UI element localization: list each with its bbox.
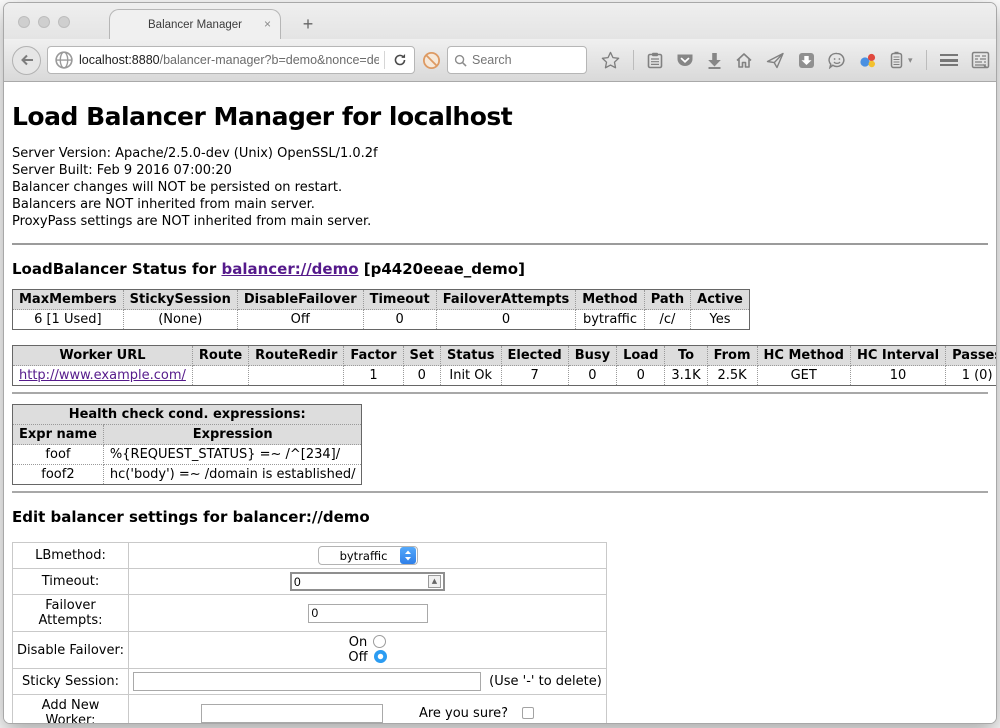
disable-failover-label: Disable Failover: bbox=[13, 632, 129, 669]
section-divider bbox=[12, 243, 988, 245]
toolbar-divider bbox=[633, 50, 634, 70]
lbmethod-label: LBmethod: bbox=[13, 543, 129, 569]
radio-off-row: Off bbox=[133, 650, 602, 665]
toolbar-icons: ▾ bbox=[601, 50, 990, 70]
add-worker-label: Add New Worker: bbox=[13, 695, 129, 724]
number-stepper-icon[interactable]: ▲ bbox=[428, 575, 441, 588]
zoom-window-button[interactable] bbox=[58, 16, 70, 28]
status-heading-suffix: [p4420eeae_demo] bbox=[359, 260, 525, 278]
reload-button[interactable] bbox=[390, 50, 410, 70]
browser-window: Balancer Manager × + localhost:8880/bala… bbox=[3, 2, 997, 724]
timeout-label: Timeout: bbox=[13, 569, 129, 595]
sticky-session-input[interactable] bbox=[133, 672, 481, 691]
table-header-row: Expr name Expression bbox=[13, 425, 362, 445]
col-stickysession: StickySession bbox=[123, 290, 237, 310]
col-path: Path bbox=[644, 290, 690, 310]
col-method: Method bbox=[576, 290, 644, 310]
expr-row: foof %{REQUEST_STATUS} =~ /^[234]/ bbox=[13, 445, 362, 465]
colored-dots-icon[interactable] bbox=[859, 52, 877, 69]
failover-on-radio[interactable] bbox=[373, 635, 386, 648]
server-built: Server Built: Feb 9 2016 07:00:20 bbox=[12, 163, 988, 180]
sticky-session-hint: (Use '-' to delete) bbox=[489, 674, 602, 689]
tab-close-icon[interactable]: × bbox=[264, 18, 271, 30]
url-bar[interactable]: localhost:8880/balancer-manager?b=demo&n… bbox=[47, 46, 415, 74]
close-window-button[interactable] bbox=[18, 16, 30, 28]
search-bar[interactable] bbox=[447, 46, 587, 74]
chevron-down-icon[interactable]: ▾ bbox=[908, 55, 913, 66]
window-controls bbox=[18, 16, 70, 28]
status-heading-prefix: LoadBalancer Status for bbox=[12, 260, 221, 278]
table-header-row: Worker URL Route RouteRedir Factor Set S… bbox=[13, 346, 997, 366]
table-row: 6 [1 Used] (None) Off 0 0 bytraffic /c/ … bbox=[13, 310, 750, 330]
back-arrow-icon bbox=[20, 54, 34, 66]
minimize-window-button[interactable] bbox=[38, 16, 50, 28]
table-header-row: MaxMembers StickySession DisableFailover… bbox=[13, 290, 750, 310]
notice-proxypass: ProxyPass settings are NOT inherited fro… bbox=[12, 214, 988, 231]
chat-smiley-icon[interactable] bbox=[828, 52, 846, 69]
lbmethod-value: bytraffic bbox=[329, 549, 399, 563]
col-timeout: Timeout bbox=[363, 290, 436, 310]
server-info: Server Version: Apache/2.5.0-dev (Unix) … bbox=[12, 146, 988, 230]
battery-icon[interactable] bbox=[890, 51, 903, 69]
select-stepper-icon bbox=[400, 547, 416, 564]
back-button[interactable] bbox=[12, 46, 41, 75]
tab-title: Balancer Manager bbox=[148, 19, 242, 31]
extension-download-icon[interactable] bbox=[798, 52, 815, 69]
col-maxmembers: MaxMembers bbox=[13, 290, 124, 310]
menu-icon[interactable] bbox=[940, 54, 958, 66]
worker-table: Worker URL Route RouteRedir Factor Set S… bbox=[12, 345, 996, 386]
content-blocker-icon[interactable] bbox=[421, 50, 441, 70]
failover-attempts-label: Failover Attempts: bbox=[13, 595, 129, 632]
are-you-sure-checkbox[interactable] bbox=[522, 707, 534, 719]
page-content: Load Balancer Manager for localhost Serv… bbox=[4, 82, 996, 724]
tiles-panel-icon[interactable] bbox=[971, 51, 990, 69]
navigation-toolbar: localhost:8880/balancer-manager?b=demo&n… bbox=[4, 39, 996, 82]
section-divider bbox=[12, 491, 988, 493]
bookmark-star-icon[interactable] bbox=[601, 51, 620, 69]
radio-on-row: On bbox=[133, 635, 602, 650]
notice-persist: Balancer changes will NOT be persisted o… bbox=[12, 180, 988, 197]
new-tab-button[interactable]: + bbox=[296, 14, 320, 35]
timeout-input[interactable] bbox=[290, 572, 445, 591]
add-worker-input[interactable] bbox=[201, 704, 383, 723]
failover-attempts-input[interactable] bbox=[308, 604, 428, 623]
status-heading: LoadBalancer Status for balancer://demo … bbox=[12, 260, 988, 278]
worker-url-link[interactable]: http://www.example.com/ bbox=[19, 368, 186, 383]
urlbar-divider bbox=[384, 51, 385, 69]
sticky-session-label: Sticky Session: bbox=[13, 669, 129, 695]
balancer-status-table: MaxMembers StickySession DisableFailover… bbox=[12, 289, 750, 330]
healthcheck-table: Health check cond. expressions: Expr nam… bbox=[12, 404, 362, 485]
balancer-link[interactable]: balancer://demo bbox=[221, 260, 358, 278]
section-divider bbox=[12, 392, 988, 394]
home-icon[interactable] bbox=[735, 52, 753, 69]
tab-balancer-manager[interactable]: Balancer Manager × bbox=[109, 9, 281, 39]
failover-off-radio[interactable] bbox=[374, 650, 387, 663]
edit-balancer-form: LBmethod: bytraffic Timeout: ▲ bbox=[12, 542, 607, 724]
col-active: Active bbox=[691, 290, 750, 310]
notice-inherit: Balancers are NOT inherited from main se… bbox=[12, 197, 988, 214]
pocket-icon[interactable] bbox=[676, 52, 694, 69]
lbmethod-select[interactable]: bytraffic bbox=[318, 546, 418, 565]
url-text[interactable]: localhost:8880/balancer-manager?b=demo&n… bbox=[79, 53, 379, 67]
on-label: On bbox=[349, 635, 367, 650]
search-input[interactable] bbox=[472, 53, 572, 67]
edit-settings-heading: Edit balancer settings for balancer://de… bbox=[12, 508, 988, 526]
healthcheck-title: Health check cond. expressions: bbox=[13, 405, 362, 425]
reading-list-icon[interactable] bbox=[647, 52, 663, 69]
download-icon[interactable] bbox=[707, 52, 722, 69]
off-label: Off bbox=[348, 650, 367, 665]
are-you-sure-label: Are you sure? bbox=[419, 706, 508, 721]
worker-row: http://www.example.com/ 1 0 Init Ok 7 0 … bbox=[13, 366, 997, 386]
expr-row: foof2 hc('body') =~ /domain is establish… bbox=[13, 465, 362, 485]
col-failoverattempts: FailoverAttempts bbox=[436, 290, 576, 310]
tab-bar: Balancer Manager × + bbox=[4, 3, 996, 39]
send-icon[interactable] bbox=[766, 52, 785, 69]
col-disablefailover: DisableFailover bbox=[237, 290, 363, 310]
search-icon bbox=[454, 54, 467, 67]
server-version: Server Version: Apache/2.5.0-dev (Unix) … bbox=[12, 146, 988, 163]
toolbar-divider-2 bbox=[926, 50, 927, 70]
globe-icon bbox=[54, 50, 74, 70]
page-title: Load Balancer Manager for localhost bbox=[12, 102, 988, 131]
